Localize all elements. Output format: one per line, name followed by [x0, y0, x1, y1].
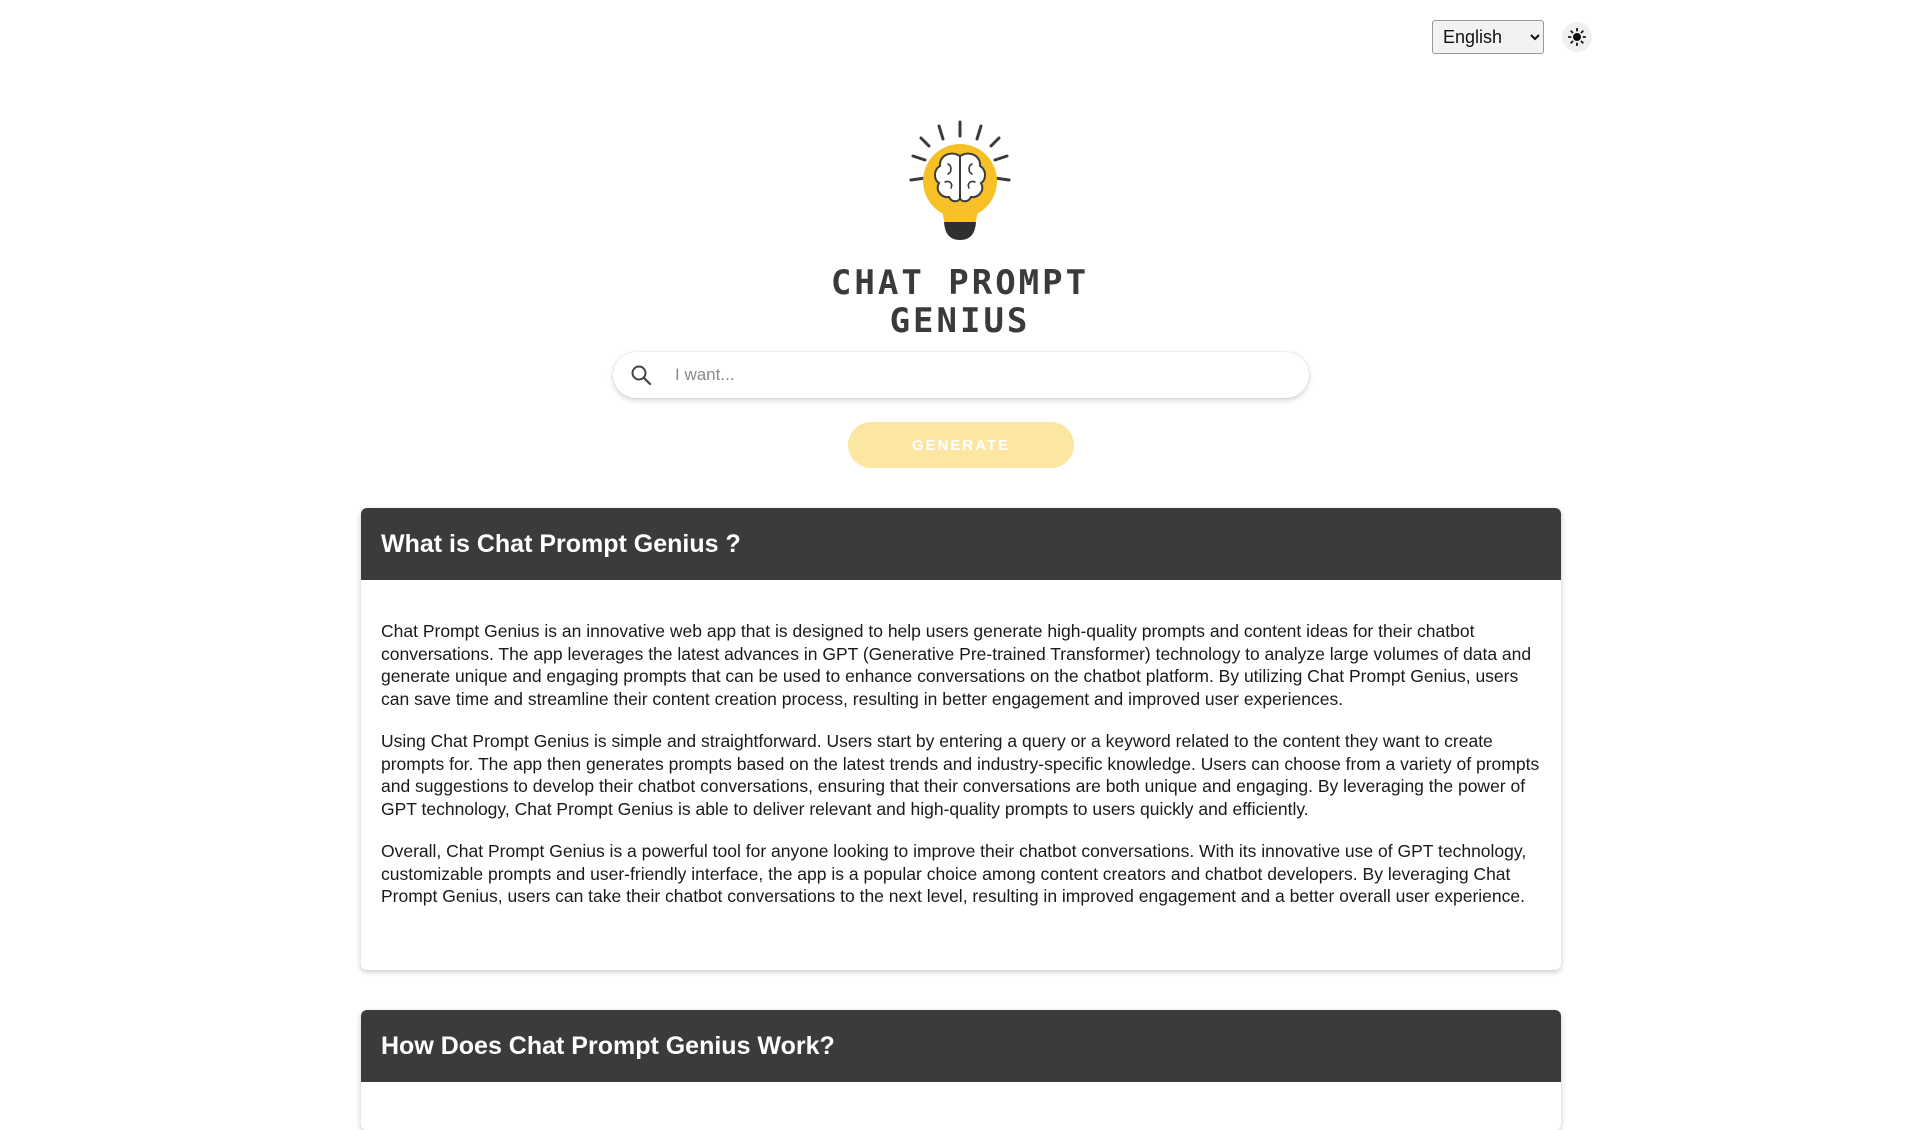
brand-line-1: CHAT PROMPT	[830, 263, 1090, 303]
section-what-is: What is Chat Prompt Genius ? Chat Prompt…	[361, 508, 1561, 970]
search-icon	[629, 363, 653, 387]
section-header: How Does Chat Prompt Genius Work?	[361, 1010, 1561, 1082]
theme-toggle-button[interactable]	[1562, 22, 1592, 52]
section-header: What is Chat Prompt Genius ?	[361, 508, 1561, 580]
section-title: What is Chat Prompt Genius ?	[381, 529, 741, 558]
search-bar	[613, 352, 1309, 398]
logo: CHAT PROMPT GENIUS	[0, 118, 1920, 340]
section-body: Chat Prompt Genius is an innovative web …	[361, 580, 1561, 948]
paragraph: Chat Prompt Genius is an innovative web …	[381, 621, 1532, 709]
brand-line-2: GENIUS	[889, 301, 1031, 341]
search-input[interactable]	[673, 364, 1237, 386]
top-bar: English	[1432, 20, 1592, 54]
language-select[interactable]: English	[1432, 20, 1544, 54]
brand-name: CHAT PROMPT GENIUS	[0, 264, 1920, 340]
section-title: How Does Chat Prompt Genius Work?	[381, 1031, 835, 1060]
section-how-it-works: How Does Chat Prompt Genius Work?	[361, 1010, 1561, 1130]
paragraph: Using Chat Prompt Genius is simple and s…	[381, 731, 1540, 819]
paragraph: Overall, Chat Prompt Genius is a powerfu…	[381, 841, 1527, 906]
generate-button[interactable]: GENERATE	[848, 422, 1074, 468]
lightbulb-brain-icon	[909, 120, 1011, 240]
sun-icon	[1568, 28, 1586, 46]
